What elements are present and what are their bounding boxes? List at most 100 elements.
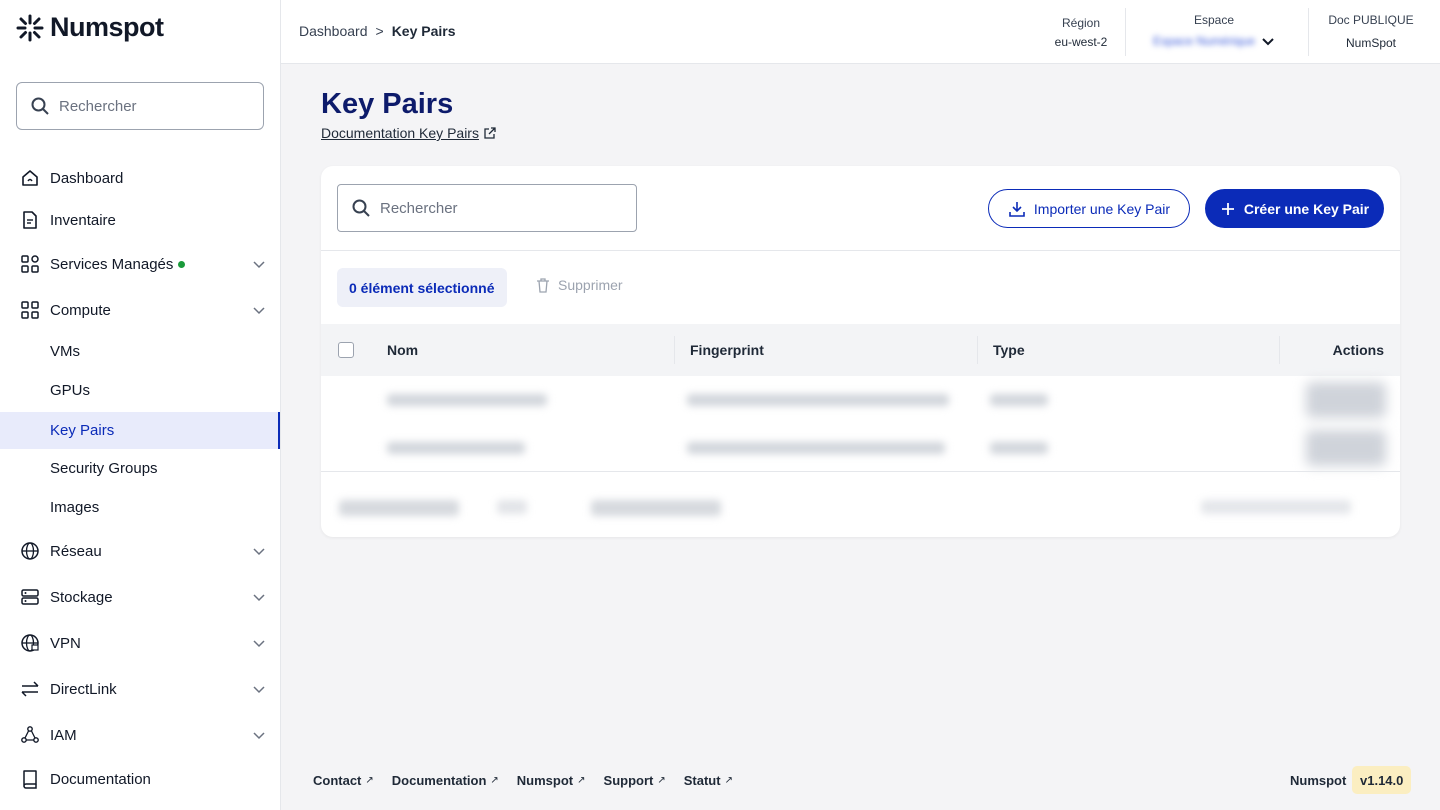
sidebar-item-dashboard[interactable]: Dashboard (0, 159, 280, 197)
topbar: Dashboard > Key Pairs Région eu-west-2 E… (281, 0, 1440, 64)
sidebar-item-label: VMs (50, 343, 80, 360)
table-row[interactable] (321, 424, 1400, 472)
numspot-logo[interactable]: Numspot (16, 12, 164, 43)
create-keypair-button[interactable]: Créer une Key Pair (1205, 189, 1384, 228)
footer-link-numspot[interactable]: Numspot ↗ (517, 773, 586, 788)
breadcrumb-dashboard[interactable]: Dashboard (299, 23, 368, 39)
chevron-down-icon (253, 640, 265, 648)
footer-link-contact[interactable]: Contact ↗ (313, 773, 374, 788)
redacted-actions (1306, 430, 1386, 466)
breadcrumb-current: Key Pairs (391, 23, 456, 39)
column-type[interactable]: Type (993, 342, 1025, 358)
espace-selector[interactable]: Espace Espace Numérique (1139, 13, 1289, 48)
footer-link-documentation[interactable]: Documentation ↗ (392, 773, 499, 788)
select-all-checkbox[interactable] (338, 342, 354, 358)
chevron-down-icon (1262, 38, 1274, 46)
redacted-type (990, 394, 1048, 406)
external-arrow-icon: ↗ (657, 775, 666, 786)
delete-button[interactable]: Supprimer (536, 277, 623, 293)
region-value: eu-west-2 (1054, 35, 1108, 49)
version-badge: v1.14.0 (1352, 766, 1412, 794)
sidebar-item-reseau[interactable]: Réseau (0, 532, 280, 570)
sidebar-item-directlink[interactable]: DirectLink (0, 670, 280, 708)
divider (321, 250, 1400, 251)
redacted-fingerprint (687, 394, 949, 406)
sidebar-search-input[interactable] (59, 97, 239, 115)
sidebar-item-label: Dashboard (50, 169, 124, 187)
external-arrow-icon: ↗ (577, 775, 586, 786)
sidebar-item-label: Key Pairs (50, 422, 115, 439)
sidebar-item-inventaire[interactable]: Inventaire (0, 201, 280, 239)
search-icon (352, 199, 370, 217)
espace-value: Espace Numérique (1152, 34, 1256, 48)
breadcrumb-separator: > (375, 23, 384, 39)
download-icon (1009, 201, 1025, 217)
footer-links: Contact ↗ Documentation ↗ Numspot ↗ Support… (313, 773, 733, 788)
chevron-down-icon (253, 261, 265, 269)
search-icon (31, 97, 49, 115)
arrows-icon (20, 679, 40, 699)
column-name[interactable]: Nom (387, 342, 418, 358)
page-title: Key Pairs (321, 88, 454, 120)
sidebar-item-label: DirectLink (50, 680, 117, 698)
sidebar-item-services-manages[interactable]: Services Managés (0, 245, 280, 283)
column-divider (1279, 336, 1280, 364)
table-row[interactable] (321, 376, 1400, 424)
sidebar-item-label: Compute (50, 301, 111, 319)
sidebar-item-security-groups[interactable]: Security Groups (0, 450, 280, 487)
footer-link-label: Documentation (391, 773, 487, 788)
sidebar-item-stockage[interactable]: Stockage (0, 578, 280, 616)
sidebar-item-vms[interactable]: VMs (0, 333, 280, 370)
sidebar-item-label: Security Groups (50, 460, 158, 477)
column-fingerprint[interactable]: Fingerprint (690, 342, 764, 358)
keypairs-card: Importer une Key Pair Créer une Key Pair… (321, 166, 1400, 537)
divider (321, 471, 1400, 472)
redacted-pagination-select (497, 500, 527, 514)
footer-brand: Numspot (1290, 773, 1347, 788)
doc-publique[interactable]: Doc PUBLIQUE NumSpot (1321, 13, 1421, 50)
region-selector[interactable]: Région eu-west-2 (1046, 16, 1116, 49)
footer-link-statut[interactable]: Statut ↗ (684, 773, 733, 788)
espace-label: Espace (1193, 13, 1235, 27)
trash-icon (537, 278, 549, 293)
table-search[interactable] (337, 184, 637, 232)
footer-link-label: Support (603, 773, 654, 788)
sidebar-item-vpn[interactable]: VPN (0, 624, 280, 662)
doc-label: Doc PUBLIQUE (1328, 13, 1414, 27)
selection-count-badge: 0 élément sélectionné (337, 268, 507, 307)
doc-value: NumSpot (1345, 36, 1397, 50)
sidebar-item-gpus[interactable]: GPUs (0, 372, 280, 409)
services-icon (20, 254, 40, 274)
home-icon (20, 168, 40, 188)
create-keypair-label: Créer une Key Pair (1243, 200, 1370, 217)
iam-icon (20, 725, 40, 745)
divider (1125, 8, 1126, 56)
sidebar-item-label: GPUs (50, 382, 91, 399)
redacted-pagination-controls (1201, 500, 1351, 514)
documentation-link[interactable]: Documentation Key Pairs (321, 125, 497, 141)
external-arrow-icon: ↗ (490, 775, 499, 786)
sidebar-item-iam[interactable]: IAM (0, 716, 280, 754)
import-keypair-button[interactable]: Importer une Key Pair (988, 189, 1190, 228)
redacted-name (387, 442, 525, 454)
table-header: Nom Fingerprint Type Actions (321, 324, 1400, 376)
sidebar-item-label: Services Managés (50, 255, 174, 273)
compute-icon (20, 300, 40, 320)
footer-link-label: Statut (683, 773, 721, 788)
redacted-type (990, 442, 1048, 454)
import-keypair-label: Importer une Key Pair (1033, 200, 1171, 217)
chevron-down-icon (253, 307, 265, 315)
column-divider (674, 336, 675, 364)
globe-icon (20, 541, 40, 561)
footer-link-support[interactable]: Support ↗ (604, 773, 666, 788)
footer-link-label: Numspot (516, 773, 574, 788)
sidebar-item-label: Réseau (50, 542, 102, 560)
sidebar-search[interactable] (16, 82, 264, 130)
table-search-input[interactable] (380, 199, 620, 217)
logo-text: Numspot (50, 12, 164, 42)
sidebar-item-keypairs[interactable]: Key Pairs (0, 412, 280, 449)
sidebar-item-documentation[interactable]: Documentation (0, 760, 280, 798)
sidebar-item-compute[interactable]: Compute (0, 291, 280, 329)
sidebar-item-images[interactable]: Images (0, 489, 280, 526)
redacted-actions (1306, 382, 1386, 418)
